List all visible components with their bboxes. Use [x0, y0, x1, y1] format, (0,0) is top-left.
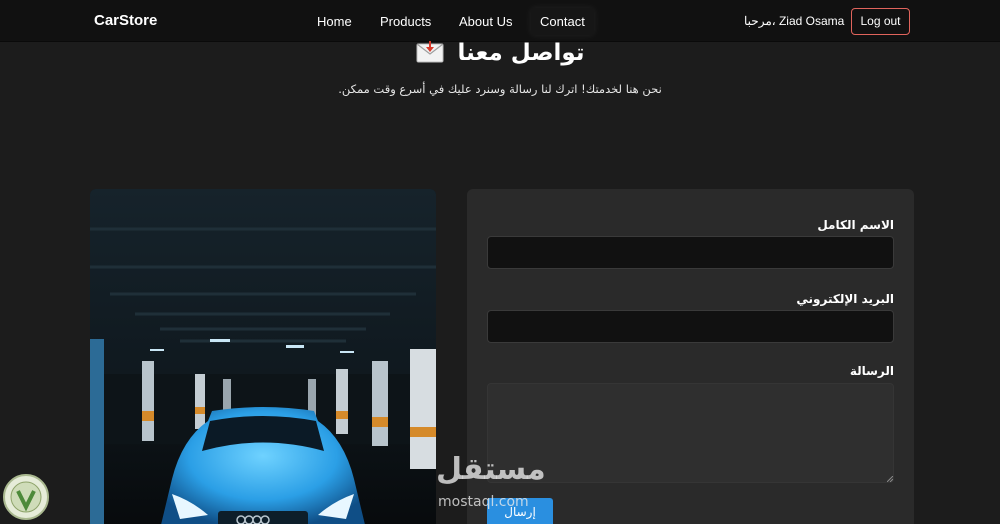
navbar: CarStore Home Products About Us Contact … [0, 0, 1000, 42]
page-subtitle: نحن هنا لخدمتك! اترك لنا رسالة وسنرد علي… [338, 82, 662, 96]
message-label: الرسالة [849, 364, 894, 378]
nav-link-products[interactable]: Products [371, 8, 440, 35]
nav-link-contact[interactable]: Contact [531, 8, 594, 35]
nav-link-home[interactable]: Home [308, 8, 361, 35]
brand-logo[interactable]: CarStore [94, 12, 157, 29]
car-garage-illustration [90, 189, 436, 524]
page-title: تواصل معنا [0, 40, 1000, 66]
watermark-seal-icon [3, 474, 49, 520]
message-textarea[interactable] [487, 383, 894, 483]
user-greeting: مرحبا، Ziad Osama [744, 14, 845, 28]
envelope-icon [416, 41, 444, 63]
email-label: البريد الإلكتروني [796, 292, 894, 306]
resize-handle-icon[interactable] [887, 476, 893, 482]
page-title-text: تواصل معنا [457, 40, 585, 66]
full-name-input[interactable] [487, 236, 894, 269]
email-input[interactable] [487, 310, 894, 343]
contact-page: CarStore Home Products About Us Contact … [0, 0, 1000, 524]
car-image [90, 189, 436, 524]
full-name-label: الاسم الكامل [817, 218, 894, 232]
watermark-url: mostaql.com [438, 494, 529, 510]
nav-link-about-us[interactable]: About Us [450, 8, 521, 35]
watermark-logo-text: مستقل [436, 452, 546, 487]
logout-button[interactable]: Log out [851, 8, 910, 35]
